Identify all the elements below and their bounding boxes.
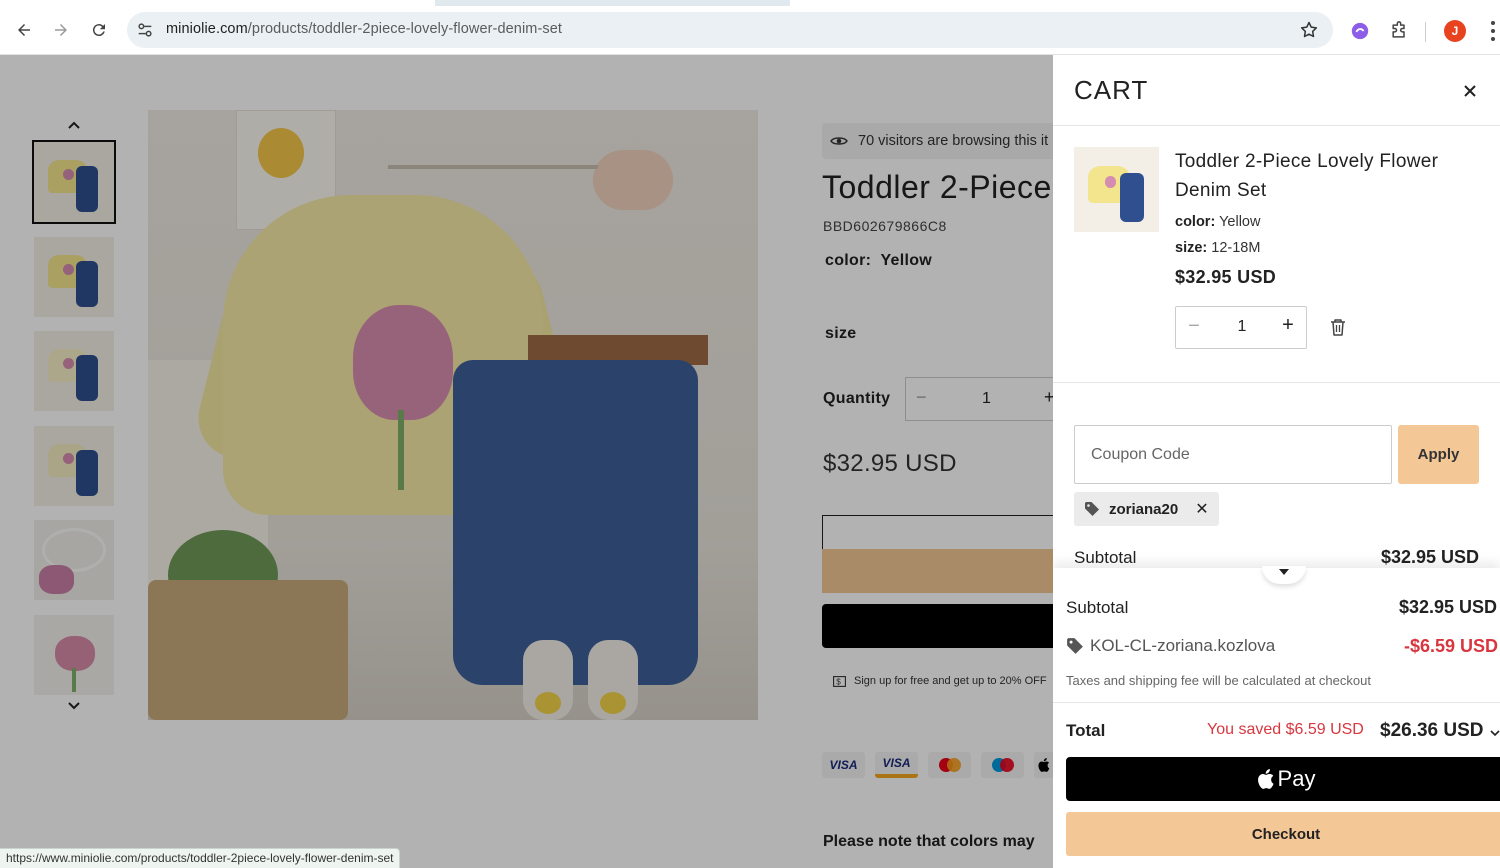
apple-logo-icon (1257, 769, 1274, 789)
total-value: $26.36 USD (1380, 720, 1484, 741)
cart-item-size-value: 12-18M (1211, 240, 1261, 256)
chevron-down-icon[interactable] (1490, 728, 1500, 738)
browser-toolbar: miniolie.com/products/toddler-2piece-lov… (0, 6, 1500, 55)
trash-icon[interactable] (1329, 317, 1347, 337)
divider (1053, 382, 1500, 383)
remove-coupon-button[interactable]: ✕ (1195, 499, 1208, 519)
cart-item-price: $32.95 USD (1175, 267, 1277, 287)
divider (1053, 125, 1500, 126)
cart-drawer: CART Toddler 2-Piece Lovely Flower Denim… (1053, 55, 1500, 868)
cart-quantity-value[interactable]: 1 (1226, 318, 1258, 336)
apple-pay-button[interactable]: Pay (1066, 757, 1500, 801)
cart-item-image[interactable] (1074, 147, 1159, 232)
forward-button[interactable] (45, 14, 77, 46)
cart-title: CART (1074, 75, 1149, 105)
profile-avatar[interactable]: J (1444, 20, 1466, 42)
divider (1053, 702, 1500, 703)
applied-coupon-code: zoriana20 (1109, 500, 1179, 518)
cart-item-size-label: size: (1175, 240, 1208, 256)
reload-button[interactable] (83, 14, 115, 46)
subtotal-value: $32.95 USD (1380, 547, 1479, 567)
link-status-bar: https://www.miniolie.com/products/toddle… (0, 848, 401, 868)
summary-subtotal-value: $32.95 USD (1399, 597, 1498, 617)
reload-icon (92, 24, 105, 37)
arrow-right-icon (55, 24, 67, 36)
cart-item-color-value: Yellow (1219, 214, 1261, 230)
url-path: /products/toddler-2piece-lovely-flower-d… (247, 21, 563, 37)
cart-decrease-button[interactable]: − (1184, 315, 1204, 339)
subtotal-label: Subtotal (1074, 548, 1137, 567)
cart-item-name[interactable]: Toddler 2-Piece Lovely Flower Denim Set (1175, 147, 1475, 205)
site-info-icon[interactable] (135, 20, 155, 40)
saved-text: You saved $6.59 USD (1207, 721, 1364, 738)
back-button[interactable] (8, 14, 40, 46)
url-text[interactable]: miniolie.com/products/toddler-2piece-lov… (166, 21, 562, 37)
toolbar-divider (1425, 22, 1426, 42)
summary-discount: KOL-CL-zoriana.kozlova (1066, 636, 1275, 656)
cart-item-size: size: 12-18M (1175, 240, 1260, 256)
bookmark-star-icon[interactable] (1299, 20, 1319, 40)
close-icon (1464, 85, 1476, 97)
total-label: Total (1066, 721, 1106, 740)
arrow-left-icon (18, 24, 30, 36)
address-bar[interactable]: miniolie.com/products/toddler-2piece-lov… (127, 12, 1333, 48)
summary-collapse-toggle[interactable] (1262, 566, 1306, 584)
tax-note: Taxes and shipping fee will be calculate… (1066, 673, 1371, 688)
caret-down-icon (1279, 569, 1289, 575)
cart-item-color-label: color: (1175, 214, 1216, 230)
extension-icon[interactable] (1349, 20, 1371, 42)
tag-icon (1067, 638, 1083, 654)
url-domain: miniolie.com (166, 21, 248, 37)
apply-coupon-button[interactable]: Apply (1398, 425, 1479, 484)
extensions-puzzle-icon[interactable] (1388, 20, 1410, 42)
coupon-code-input[interactable] (1074, 425, 1392, 484)
cart-item-color: color: Yellow (1175, 214, 1260, 230)
applied-coupon-tag: zoriana20 ✕ (1074, 492, 1219, 526)
browser-menu-icon[interactable] (1486, 21, 1500, 41)
order-summary-panel: Subtotal $32.95 USD KOL-CL-zoriana.kozlo… (1053, 566, 1500, 868)
page-dim-overlay[interactable] (0, 55, 1053, 868)
cart-quantity-stepper[interactable]: − 1 + (1175, 306, 1307, 349)
tag-icon (1085, 502, 1099, 516)
cart-increase-button[interactable]: + (1278, 314, 1298, 338)
discount-code: KOL-CL-zoriana.kozlova (1090, 636, 1276, 655)
checkout-button[interactable]: Checkout (1066, 812, 1500, 856)
summary-subtotal-label: Subtotal (1066, 598, 1129, 617)
close-cart-button[interactable] (1458, 79, 1482, 103)
apple-pay-label: Pay (1277, 766, 1316, 791)
discount-value: -$6.59 USD (1404, 636, 1499, 656)
